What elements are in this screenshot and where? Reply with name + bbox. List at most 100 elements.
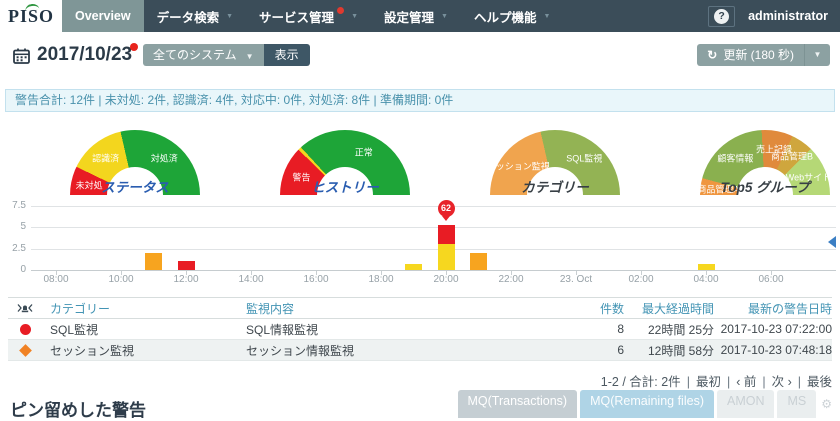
pagination-separator: | (798, 375, 801, 389)
chevron-down-icon: ▼ (351, 13, 358, 20)
timeline-bar[interactable] (438, 225, 455, 244)
gauge-title: ステータス (50, 176, 220, 196)
gauges-row: 未対処認識済対処済ステータス警告正常ヒストリーセッション監視SQL監視カテゴリー… (0, 130, 840, 198)
x-tick-label: 14:00 (221, 274, 281, 285)
date-alert-dot (130, 43, 138, 51)
cell-content: SQL情報監視 (238, 321, 524, 338)
timeline-bar[interactable] (470, 253, 487, 270)
cell-count: 6 (524, 343, 624, 357)
table-row[interactable]: セッション監視セッション情報監視612時間 58分2017-10-23 07:4… (8, 340, 832, 361)
navbar-items: Overview データ検索▼ サービス管理 ▼ 設定管理 ▼ ヘルプ機能▼ (62, 0, 563, 32)
page-first-link[interactable]: 最初 (696, 375, 721, 389)
show-button[interactable]: 表示 (264, 44, 310, 66)
peak-marker-balloon: 62 (438, 200, 455, 217)
x-tick-label: 23. Oct (546, 274, 606, 285)
page-last-link[interactable]: 最後 (807, 375, 832, 389)
chevron-down-icon: ▼ (441, 13, 448, 20)
system-select[interactable]: 全てのシステム ▼ (143, 44, 264, 66)
timeline-bar[interactable] (145, 253, 162, 270)
cell-content: セッション情報監視 (238, 342, 524, 359)
column-header: 監視内容 (238, 300, 524, 317)
cell-elapsed: 22時間 25分 (624, 321, 714, 338)
gauge-segment-label: SQL監視 (566, 152, 602, 165)
gauge-segment-label: 認識済 (92, 152, 119, 165)
calendar-icon[interactable] (13, 48, 30, 69)
timeline-chart: 02.557.5 08:0010:0012:0014:0016:0018:002… (4, 199, 836, 287)
question-icon: ? (714, 9, 729, 24)
chevron-down-icon: ▼ (246, 52, 254, 61)
timeline-bar[interactable] (178, 261, 195, 270)
cell-category: セッション監視 (42, 342, 238, 359)
alert-summary-text: 警告合計: 12件 | 未対処: 2件, 認識済: 4件, 対応中: 0件, 対… (15, 93, 453, 107)
scroll-left-arrow-icon[interactable] (828, 236, 836, 248)
x-tick-label: 10:00 (91, 274, 151, 285)
tab-overview[interactable]: Overview (62, 0, 144, 32)
pinned-alerts-heading: ピン留めした警告 (10, 396, 146, 421)
pagination-separator: | (687, 375, 690, 389)
gridline (31, 227, 836, 228)
alarm-icon (8, 303, 42, 314)
gridline (31, 270, 836, 271)
x-tick-label: 16:00 (286, 274, 346, 285)
y-tick-label: 2.5 (12, 243, 26, 254)
gauge-segment-label: 正常 (355, 145, 373, 158)
nav-help-label: ヘルプ機能 (474, 7, 537, 26)
gear-icon[interactable]: ⚙ (821, 397, 832, 411)
footer-tab-mq-remaining-files[interactable]: MQ(Remaining files) (580, 390, 714, 418)
nav-settings-management-label: 設定管理 (384, 7, 434, 26)
tab-overview-label: Overview (75, 9, 131, 23)
pagination-separator: | (727, 375, 730, 389)
column-header: 最大経過時間 (624, 300, 714, 317)
user-menu[interactable]: administrator (748, 9, 828, 23)
alert-badge-dot (337, 7, 344, 14)
column-header: カテゴリー (42, 300, 238, 317)
gauge-2: 警告正常ヒストリー (280, 130, 410, 196)
timeline-bar[interactable] (405, 264, 422, 270)
x-tick-label: 22:00 (481, 274, 541, 285)
help-button[interactable]: ? (708, 6, 735, 27)
nav-settings-management[interactable]: 設定管理 ▼ (371, 0, 461, 32)
pagination-links: | 最初 | ‹ 前 | 次 › | 最後 (681, 375, 832, 389)
pagination: 1-2 / 合計: 2件|最初|‹ 前|次 ›|最後 (601, 371, 832, 390)
cell-latest-datetime: 2017-10-23 07:22:00 (714, 322, 832, 336)
timeline-bar[interactable] (438, 244, 455, 270)
nav-help[interactable]: ヘルプ機能▼ (461, 0, 563, 32)
refresh-icon: ↻ (707, 48, 717, 62)
x-tick-label: 02:00 (611, 274, 671, 285)
nav-service-management[interactable]: サービス管理 ▼ (246, 0, 371, 32)
nav-service-management-label: サービス管理 (259, 7, 334, 26)
refresh-dropdown[interactable]: ▼ (804, 44, 830, 66)
gauge-segment-label: セッション監視 (487, 159, 550, 172)
table-header-row: カテゴリー監視内容件数最大経過時間最新の警告日時 (8, 297, 832, 319)
column-header: 件数 (524, 300, 624, 317)
table-row[interactable]: SQL監視SQL情報監視822時間 25分2017-10-23 07:22:00 (8, 319, 832, 340)
footer-tabs: MQ(Transactions)MQ(Remaining files)AMONM… (455, 390, 835, 418)
y-tick-label: 7.5 (12, 200, 26, 211)
system-filter-group: 全てのシステム ▼ 表示 (143, 44, 310, 66)
nav-data-search[interactable]: データ検索▼ (144, 0, 246, 32)
system-select-label: 全てのシステム (153, 48, 237, 62)
page-prev-link[interactable]: ‹ 前 (736, 375, 756, 389)
severity-icon-cell (8, 346, 42, 355)
gauge-segment-label: 商品管理B (771, 150, 813, 163)
timeline-y-axis: 02.557.5 (4, 199, 28, 287)
severity-diamond-icon (19, 344, 32, 357)
pagination-separator: | (762, 375, 765, 389)
refresh-group: ↻更新 (180 秒) ▼ (697, 44, 830, 66)
x-tick-label: 12:00 (156, 274, 216, 285)
cell-category: SQL監視 (42, 321, 238, 338)
refresh-button[interactable]: ↻更新 (180 秒) (697, 44, 804, 66)
footer-tab-ms: MS (777, 390, 816, 418)
x-tick-label: 04:00 (676, 274, 736, 285)
app-logo[interactable]: PISO (0, 0, 62, 32)
gridline (31, 249, 836, 250)
gauge-3: セッション監視SQL監視カテゴリー (490, 130, 620, 196)
navbar-right: ? administrator (708, 0, 840, 32)
page-next-link[interactable]: 次 › (772, 375, 792, 389)
date-display[interactable]: 2017/10/23 (37, 44, 132, 66)
timeline-bar[interactable] (698, 264, 715, 270)
footer-tab-mq-transactions[interactable]: MQ(Transactions) (458, 390, 578, 418)
x-tick-label: 18:00 (351, 274, 411, 285)
x-tick-label: 06:00 (741, 274, 801, 285)
gauge-title: カテゴリー (470, 176, 640, 196)
